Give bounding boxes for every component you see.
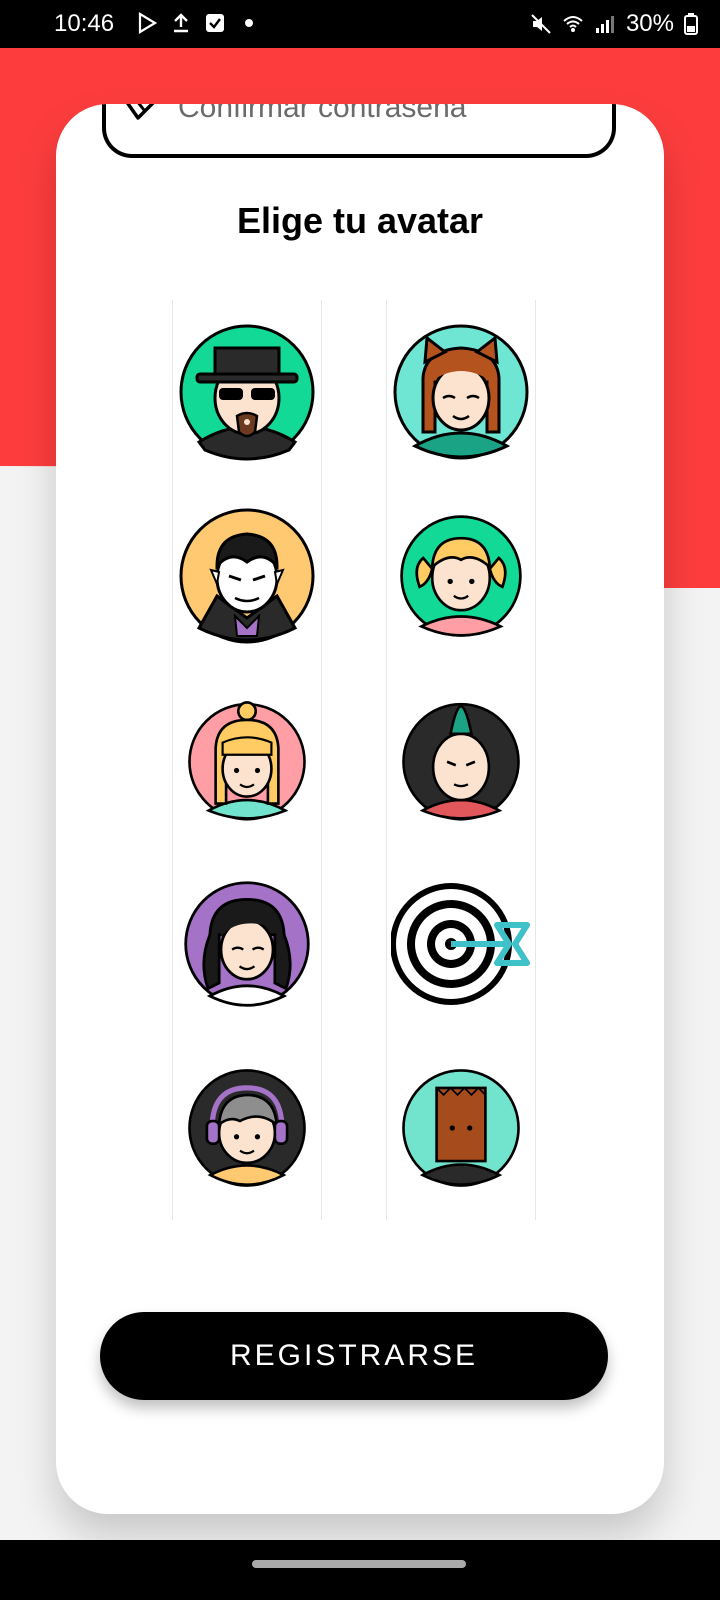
target-dart-icon xyxy=(391,883,530,1005)
avatar-option[interactable] xyxy=(172,852,322,1036)
status-time: 10:46 xyxy=(54,10,115,37)
avatar-option[interactable] xyxy=(172,484,322,668)
home-gesture-handle[interactable] xyxy=(252,1560,466,1568)
status-notification-icons xyxy=(136,12,260,34)
phone-lock-icon xyxy=(126,104,155,120)
blonde-bun-girl-avatar xyxy=(188,701,306,821)
battery-percent: 30% xyxy=(625,10,674,37)
curly-hair-woman-avatar xyxy=(184,881,310,1007)
vampire-avatar xyxy=(179,508,315,644)
checkbox-icon xyxy=(206,14,224,32)
mohawk-boy-avatar xyxy=(402,702,520,821)
avatar-section-title: Elige tu avatar xyxy=(236,200,484,241)
cat-ears-girl-avatar xyxy=(393,324,529,460)
avatar-option[interactable] xyxy=(386,484,536,668)
confirm-password-field[interactable] xyxy=(102,104,616,158)
mute-icon xyxy=(531,14,551,34)
wifi-icon xyxy=(563,16,583,32)
dot-icon xyxy=(245,19,253,27)
navigation-bar xyxy=(0,1540,720,1600)
avatar-option[interactable] xyxy=(386,1036,536,1220)
paper-bag-head-avatar xyxy=(402,1069,520,1187)
battery-icon xyxy=(684,13,698,35)
register-button[interactable]: REGISTRARSE xyxy=(100,1312,608,1400)
heisenberg-avatar xyxy=(179,324,315,461)
pigtails-girl-avatar xyxy=(400,515,522,637)
avatar-option[interactable] xyxy=(386,668,536,852)
confirm-password-input[interactable] xyxy=(178,104,598,126)
register-card: Elige tu avatar REGISTRARSE xyxy=(56,104,664,1514)
avatar-option[interactable] xyxy=(386,852,536,1036)
upload-icon xyxy=(174,13,188,33)
headphones-boy-avatar xyxy=(188,1069,306,1187)
status-system-icons: 30% xyxy=(530,10,698,38)
avatar-option[interactable] xyxy=(386,300,536,484)
play-store-icon xyxy=(138,12,158,34)
avatar-option[interactable] xyxy=(172,300,322,484)
status-bar: 10:46 30% xyxy=(0,0,720,48)
avatar-option[interactable] xyxy=(172,1036,322,1220)
avatar-option[interactable] xyxy=(172,668,322,852)
signal-icon xyxy=(595,16,614,33)
